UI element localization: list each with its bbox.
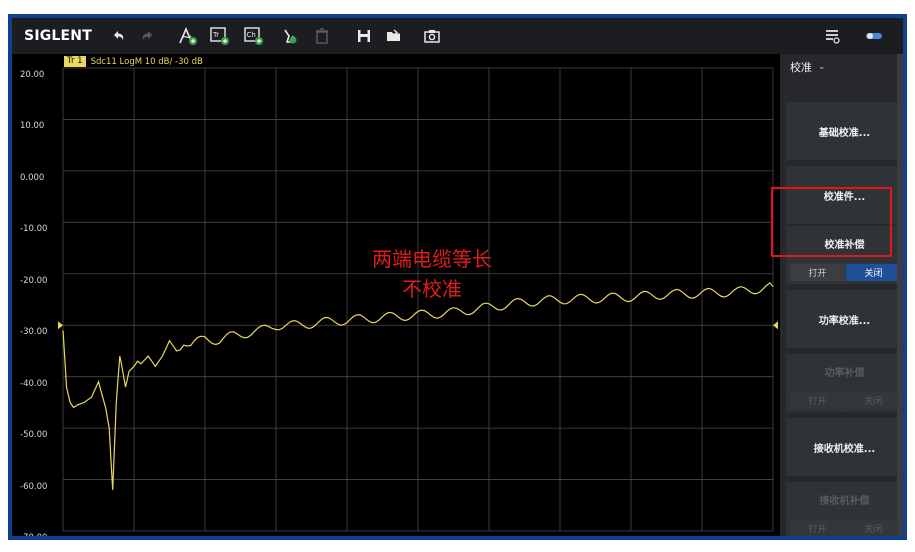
power-comp-label: 功率补偿 xyxy=(824,368,865,379)
y-tick-label: -10.00 xyxy=(20,224,48,235)
highlight-box xyxy=(771,187,892,257)
cal-comp-off-button[interactable]: 关闭 xyxy=(846,264,901,281)
receiver-comp-off-button[interactable]: 关闭 xyxy=(846,520,901,536)
svg-text:Tr: Tr xyxy=(212,31,219,39)
toggle-icon[interactable] xyxy=(860,18,888,54)
power-comp-control: 功率补偿 打开 关闭 xyxy=(786,354,903,412)
side-scrollbar[interactable] xyxy=(897,54,903,536)
y-tick-label: -50.00 xyxy=(20,430,48,441)
cal-comp-on-button[interactable]: 打开 xyxy=(790,264,845,281)
y-tick-label: -60.00 xyxy=(20,481,48,492)
annotation-line-1: 两端电缆等长 xyxy=(372,247,492,271)
receiver-cal-button[interactable]: 接收机校准... xyxy=(786,418,903,476)
delete-icon[interactable] xyxy=(276,18,304,54)
annotation-line-2: 不校准 xyxy=(402,277,462,301)
trace-info-text: Sdc11 LogM 10 dB/ -30 dB xyxy=(90,56,203,67)
chart-area[interactable]: Tr 1 Sdc11 LogM 10 dB/ -30 dB 20.00 10.00… xyxy=(12,56,778,536)
analyzer-screen: SIGLENT Tr Ch Tr 1 Sdc11 LogM 10 dB/ -30… xyxy=(12,18,903,536)
power-comp-on-button[interactable]: 打开 xyxy=(790,392,845,409)
ref-marker-right xyxy=(773,321,778,330)
y-tick-label: 0.000 xyxy=(20,172,45,183)
trace-tag[interactable]: Tr 1 xyxy=(64,56,86,67)
chevron-down-icon: ⌄ xyxy=(818,62,826,72)
save-icon[interactable] xyxy=(350,18,378,54)
svg-text:Ch: Ch xyxy=(247,31,256,39)
redo-icon[interactable] xyxy=(134,18,162,54)
calibration-panel: 校准 ⌄ 基础校准... 校准件... 校准补偿 打开 关闭 功率校准... 功… xyxy=(780,54,903,536)
y-tick-label: 10.00 xyxy=(20,121,45,132)
add-channel-icon[interactable]: Ch xyxy=(240,18,268,54)
basic-cal-button[interactable]: 基础校准... xyxy=(786,102,903,160)
power-cal-button[interactable]: 功率校准... xyxy=(786,290,903,348)
receiver-comp-on-button[interactable]: 打开 xyxy=(790,520,845,536)
panel-header[interactable]: 校准 ⌄ xyxy=(780,54,903,80)
trace-info-bar[interactable]: Tr 1 Sdc11 LogM 10 dB/ -30 dB xyxy=(64,56,203,67)
toolbar: SIGLENT Tr Ch xyxy=(12,18,903,54)
annotation-text: 两端电缆等长 不校准 xyxy=(312,244,552,304)
y-tick-label: 20.00 xyxy=(20,70,45,80)
menu-icon[interactable] xyxy=(818,18,846,54)
camera-icon[interactable] xyxy=(418,18,446,54)
panel-title: 校准 xyxy=(790,61,812,74)
undo-icon[interactable] xyxy=(104,18,132,54)
y-tick-label: -20.00 xyxy=(20,275,48,286)
brand-logo: SIGLENT xyxy=(24,28,92,44)
trash-icon[interactable] xyxy=(308,18,336,54)
open-folder-icon[interactable] xyxy=(380,18,408,54)
add-marker-icon[interactable] xyxy=(174,18,202,54)
add-trace-icon[interactable]: Tr xyxy=(206,18,234,54)
y-tick-label: -70.00 xyxy=(20,533,60,536)
app-frame: SIGLENT Tr Ch Tr 1 Sdc11 LogM 10 dB/ -30… xyxy=(8,14,907,540)
y-tick-label: -40.00 xyxy=(20,378,48,389)
power-comp-off-button[interactable]: 关闭 xyxy=(846,392,901,409)
receiver-comp-label: 接收机补偿 xyxy=(819,496,870,507)
y-tick-label: -30.00 xyxy=(20,327,48,338)
receiver-comp-control: 接收机补偿 打开 关闭 xyxy=(786,482,903,536)
